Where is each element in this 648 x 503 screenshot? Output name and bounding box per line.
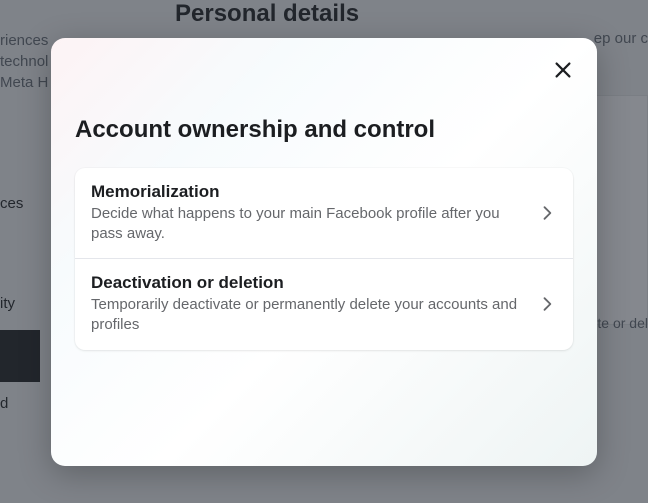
memorialization-item[interactable]: Memorialization Decide what happens to y… — [75, 168, 573, 259]
modal-title: Account ownership and control — [75, 116, 573, 144]
list-item-description: Temporarily deactivate or permanently de… — [91, 295, 525, 336]
list-item-title: Memorialization — [91, 182, 525, 202]
chevron-right-icon — [537, 294, 557, 314]
close-button[interactable] — [547, 54, 579, 86]
list-item-content: Deactivation or deletion Temporarily dea… — [91, 273, 537, 336]
account-ownership-modal: Account ownership and control Memorializ… — [51, 38, 597, 466]
close-icon — [552, 59, 574, 81]
chevron-right-icon — [537, 203, 557, 223]
list-item-title: Deactivation or deletion — [91, 273, 525, 293]
modal-overlay: Account ownership and control Memorializ… — [0, 0, 648, 503]
options-card: Memorialization Decide what happens to y… — [75, 168, 573, 350]
list-item-content: Memorialization Decide what happens to y… — [91, 182, 537, 245]
deactivation-deletion-item[interactable]: Deactivation or deletion Temporarily dea… — [75, 258, 573, 350]
list-item-description: Decide what happens to your main Faceboo… — [91, 204, 525, 245]
